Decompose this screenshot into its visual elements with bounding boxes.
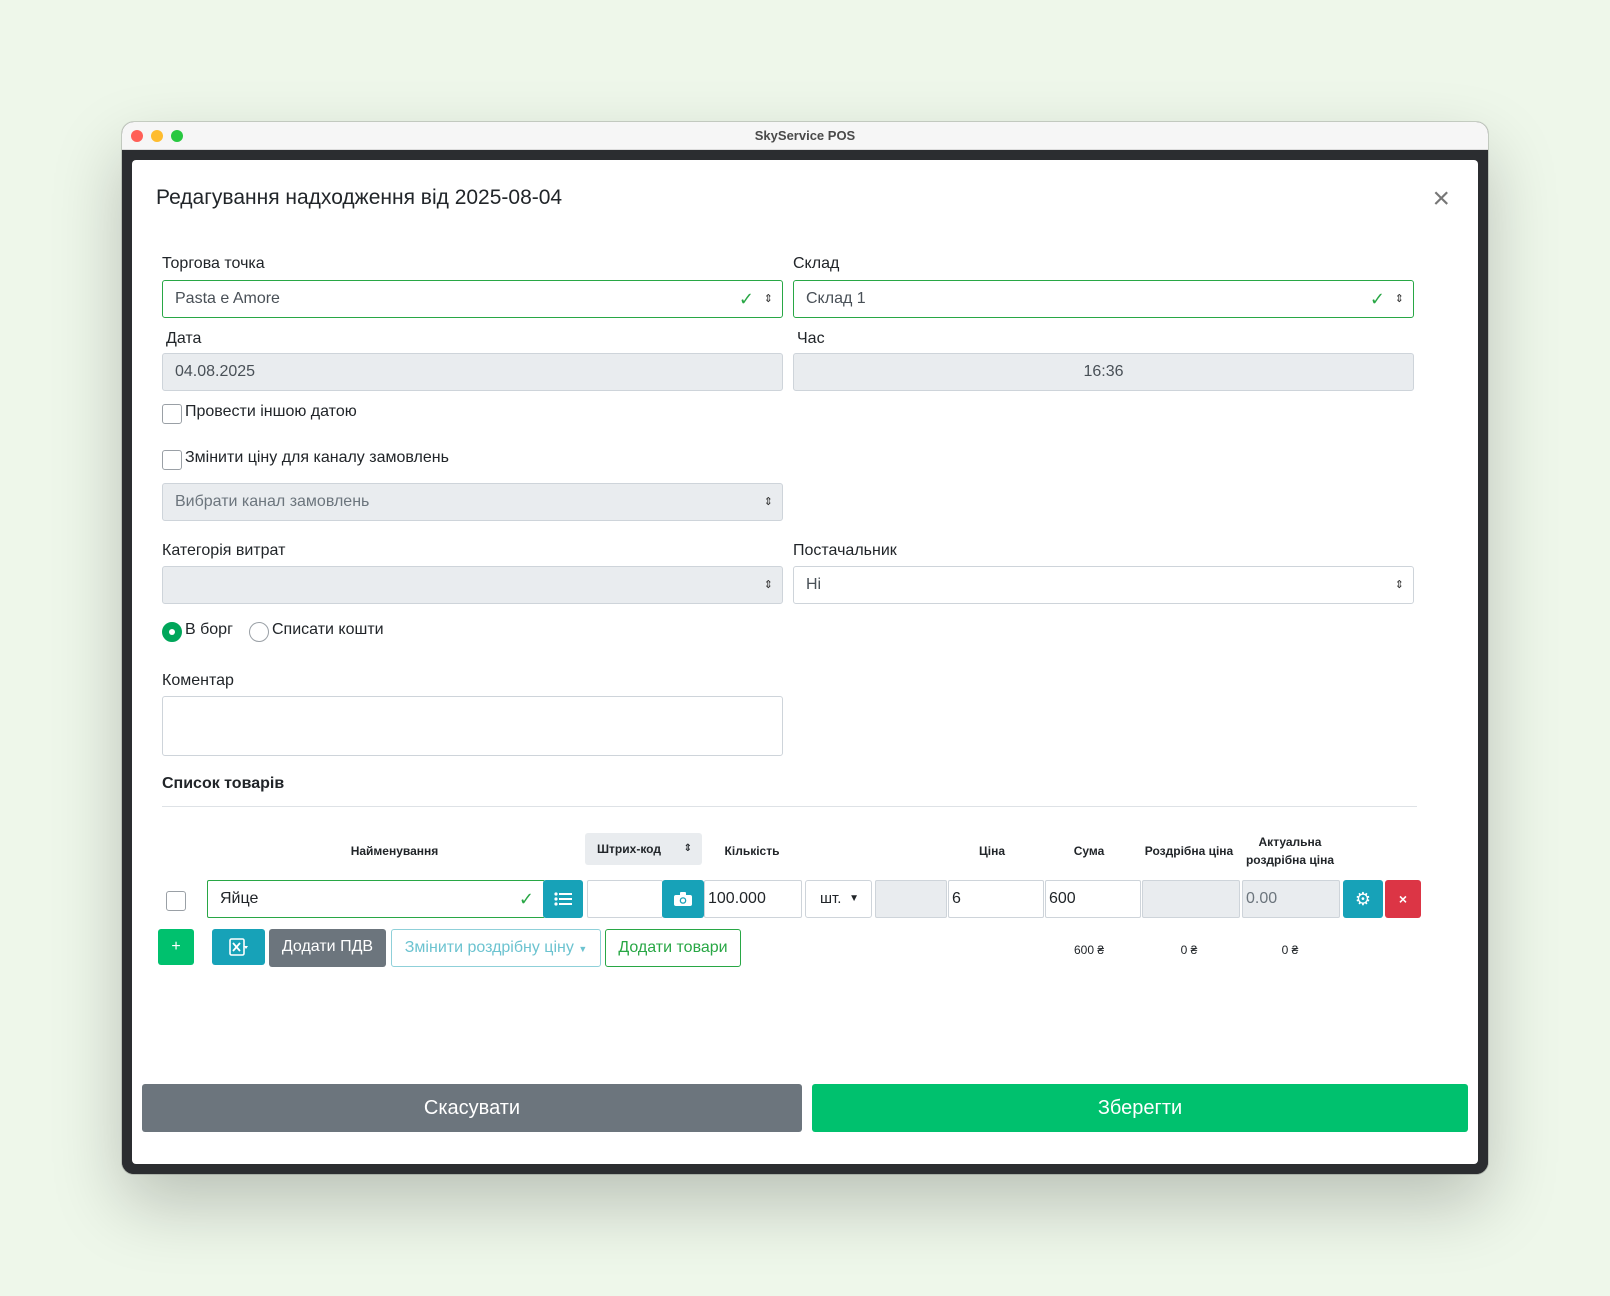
plus-icon: + <box>171 938 181 955</box>
writeoff-radio-label: Списати кошти <box>272 621 384 638</box>
section-divider <box>162 806 1417 807</box>
store-value: Pasta e Amore <box>175 290 280 307</box>
close-icon[interactable]: × <box>1432 184 1450 214</box>
order-channel-select[interactable]: Вибрати канал замовлень ⇕ <box>162 483 783 521</box>
debt-radio-label: В борг <box>185 621 233 638</box>
price-input[interactable]: 6 <box>948 880 1044 918</box>
check-icon: ✓ <box>518 889 534 909</box>
window-title: SkyService POS <box>754 128 856 143</box>
excel-import-dropdown[interactable] <box>212 929 265 965</box>
barcode-input[interactable] <box>587 880 663 918</box>
row-delete-button[interactable]: × <box>1385 880 1421 918</box>
quantity-input[interactable]: 100.000 <box>704 880 802 918</box>
blank-disabled-cell <box>875 880 947 918</box>
warehouse-select[interactable]: Склад 1 ✓ ⇕ <box>793 280 1414 318</box>
check-icon: ✓ <box>1369 289 1385 309</box>
date-value: 04.08.2025 <box>175 363 256 380</box>
sort-caret-icon: ⇕ <box>763 496 773 508</box>
row-select-checkbox[interactable] <box>166 891 186 911</box>
comment-label: Коментар <box>162 672 234 689</box>
col-header-sum: Сума <box>1073 844 1105 858</box>
edit-receipt-modal: Редагування надходження від 2025-08-04 ×… <box>132 160 1478 1164</box>
warehouse-value: Склад 1 <box>806 290 866 307</box>
modal-title: Редагування надходження від 2025-08-04 <box>156 186 563 209</box>
time-value: 16:36 <box>1083 363 1124 380</box>
change-price-label: Змінити ціну для каналу замовлень <box>185 449 449 466</box>
title-bar: SkyService POS <box>122 122 1488 150</box>
time-field[interactable]: 16:36 <box>793 353 1414 391</box>
add-vat-button[interactable]: Додати ПДВ <box>269 929 386 967</box>
add-row-button[interactable]: + <box>158 929 194 965</box>
gear-icon: ⚙ <box>1354 889 1372 909</box>
product-name-input[interactable]: Яйце ✓ <box>207 880 545 918</box>
quantity-value: 100.000 <box>708 890 766 907</box>
order-channel-placeholder: Вибрати канал замовлень <box>175 493 370 510</box>
warehouse-label: Склад <box>793 255 840 272</box>
unit-value: шт. <box>820 890 842 907</box>
unit-dropdown[interactable]: шт. ▼ <box>805 880 872 918</box>
caret-down-icon: ▼ <box>849 893 859 904</box>
retail-price-input <box>1142 880 1240 918</box>
supplier-label: Постачальник <box>793 542 897 559</box>
store-select[interactable]: Pasta e Amore ✓ ⇕ <box>162 280 783 318</box>
app-window: SkyService POS Редагування надходження в… <box>122 122 1488 1174</box>
sort-caret-icon: ⇕ <box>763 579 773 591</box>
col-header-retail: Роздрібна ціна <box>1144 844 1234 858</box>
products-section-title: Список товарів <box>162 775 285 792</box>
expense-category-select[interactable]: ⇕ <box>162 566 783 604</box>
excel-icon <box>228 937 248 956</box>
actual-retail-input: 0.00 <box>1242 880 1340 918</box>
price-value: 6 <box>952 890 961 907</box>
sum-input[interactable]: 600 <box>1045 880 1141 918</box>
change-price-checkbox[interactable] <box>162 450 182 470</box>
change-retail-price-dropdown[interactable]: Змінити роздрібну ціну ▼ <box>391 929 601 967</box>
supplier-value: Hi <box>806 576 822 593</box>
add-products-button[interactable]: Додати товари <box>605 929 741 967</box>
camera-icon <box>674 891 692 906</box>
check-icon: ✓ <box>738 289 754 309</box>
other-date-checkbox[interactable] <box>162 404 182 424</box>
comment-textarea[interactable] <box>162 696 783 756</box>
date-label: Дата <box>166 330 202 347</box>
product-name-value: Яйце <box>220 890 259 907</box>
barcode-header-label: Штрих-код <box>597 842 661 856</box>
writeoff-radio[interactable] <box>249 622 269 642</box>
sum-value: 600 <box>1049 890 1076 907</box>
change-retail-label: Змінити роздрібну ціну <box>404 939 574 956</box>
sort-caret-icon: ⇕ <box>763 293 773 305</box>
expense-category-label: Категорія витрат <box>162 542 286 559</box>
debt-radio[interactable] <box>162 622 182 642</box>
col-header-barcode[interactable]: Штрих-код ⇕ <box>585 833 702 865</box>
actual-retail-value: 0.00 <box>1246 890 1278 907</box>
sort-caret-icon: ⇕ <box>1394 579 1404 591</box>
time-label: Час <box>797 330 825 347</box>
col-header-price: Ціна <box>978 844 1006 858</box>
sort-caret-icon: ⇕ <box>683 843 692 854</box>
other-date-label: Провести іншою датою <box>185 403 357 420</box>
product-list-button[interactable] <box>543 880 583 918</box>
col-header-quantity: Кількість <box>724 844 780 858</box>
caret-down-icon: ▼ <box>578 944 588 954</box>
col-header-actual-retail: Актуальна роздрібна ціна <box>1245 835 1335 867</box>
save-button[interactable]: Зберегти <box>812 1084 1468 1132</box>
cancel-button[interactable]: Скасувати <box>142 1084 802 1132</box>
date-field[interactable]: 04.08.2025 <box>162 353 783 391</box>
sort-caret-icon: ⇕ <box>1394 293 1404 305</box>
total-actual-retail: 0 ₴ <box>1281 943 1299 957</box>
row-settings-button[interactable]: ⚙ <box>1343 880 1383 918</box>
camera-scan-button[interactable] <box>662 880 704 918</box>
total-sum: 600 ₴ <box>1073 943 1105 957</box>
col-header-name: Найменування <box>350 844 439 858</box>
list-icon <box>554 892 572 906</box>
total-retail: 0 ₴ <box>1180 943 1198 957</box>
store-label: Торгова точка <box>162 255 265 272</box>
close-icon: × <box>1398 891 1408 907</box>
supplier-select[interactable]: Hi ⇕ <box>793 566 1414 604</box>
